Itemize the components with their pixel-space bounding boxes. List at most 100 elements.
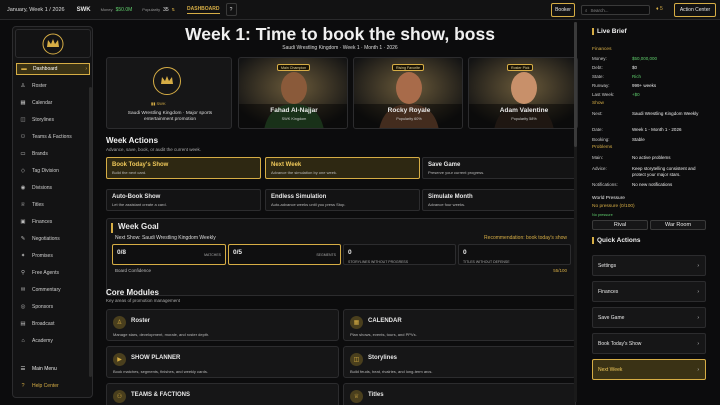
sidebar-item-sponsors[interactable]: ◎ Sponsors [16,301,90,313]
module-desc: Build feuds, heat, rivalries, and long-t… [350,369,433,374]
company-label: SWK [76,6,91,13]
promotion-card[interactable]: ▮▮ SWK Saudi Wrestling Kingdom · Major s… [106,57,232,129]
recommendation-link[interactable]: Recommendation: book today's show [484,235,567,241]
chevron-right-icon: › [85,66,87,72]
sidebar-item-label: Academy [32,338,53,344]
brief-row: Next: Saudi Wrestling Kingdom Weekly [592,111,710,117]
sidebar-item-negotiations[interactable]: ✎ Negotiations [16,233,90,245]
simulate-month-button[interactable]: Simulate Month Advance four weeks. [422,189,577,211]
action-desc: Advance four weeks. [428,202,466,207]
quick-action-settings[interactable]: Settings › [592,255,706,276]
commentary-icon: ✉ [20,287,26,293]
sidebar: ▬ Dashboard › ♙ Roster ▦ Calendar ◫ Storylines ⚇ T… [12,26,93,398]
sidebar-item-divisions[interactable]: ◉ Divisions [16,182,90,194]
quick-action-book-today-s-show[interactable]: Book Today's Show › [592,333,706,354]
sidebar-item-label: Titles [32,202,44,208]
sidebar-item-label: Dashboard [33,66,58,72]
main-content: Week 1: Time to book the show, boss Saud… [100,20,580,405]
booker-button[interactable]: Booker [551,3,575,17]
storylines-stat: 0 STORYLINES WITHOUT PROGRESS [343,244,456,265]
module-card-teams-factions[interactable]: ⚇ TEAMS & FACTIONS [106,383,339,405]
problems-heading: Problems [592,145,613,150]
wrestler-tag: Rising Favorite [392,64,424,71]
world-pressure-value: No pressure (0/100) [592,204,635,209]
module-card-calendar[interactable]: ▦ CALENDAR Plan shows, events, tours, and … [343,309,576,341]
brief-key: Debt: [592,65,603,70]
sidebar-item-academy[interactable]: ⌂ Academy [16,335,90,347]
module-title: TEAMS & FACTIONS [131,392,191,398]
next-week-button[interactable]: Next Week Advance the simulation by one w… [265,157,420,179]
wrestler-name: Rocky Royale [387,107,431,114]
brief-key: Date: [592,127,603,132]
sidebar-item-roster[interactable]: ♙ Roster [16,80,90,92]
sidebar-item-storylines[interactable]: ◫ Storylines [16,114,90,126]
war-room-button[interactable]: War Room [650,220,706,230]
broadcast-icon: ▤ [20,321,26,327]
brief-row: Money: $50,000,000 [592,56,710,62]
popularity-trend-icon: ⇅ [171,7,176,12]
auto-book-show-button[interactable]: Auto-Book Show Let the assistant create a… [106,189,261,211]
segments-stat: 0/5 SEGMENTS [228,244,341,265]
main-menu-button[interactable]: ☰ Main Menu [16,363,90,375]
sidebar-item-tag-division[interactable]: ◇ Tag Division [16,165,90,177]
sidebar-item-titles[interactable]: ♕ Titles [16,199,90,211]
notifications-button[interactable]: ♦ 5 [656,6,663,12]
sidebar-item-label: Commentary [32,287,61,293]
dashboard-tab[interactable]: DASHBOARD [187,6,220,14]
wrestler-card[interactable]: Rising Favorite Rocky Royale Popularity 60… [353,57,463,129]
wrestler-subtitle: Popularity 58% [511,117,537,121]
divisions-icon: ◉ [20,185,26,191]
main-scrollbar[interactable] [574,22,577,402]
world-pressure-note: No pressure [592,213,613,217]
quick-action-finances[interactable]: Finances › [592,281,706,302]
main-menu-label: Main Menu [32,366,57,372]
wrestler-card[interactable]: Roster Pick Adam Valentine Popularity 58% [468,57,578,129]
search-input[interactable]: ⌕ Search... [581,5,650,15]
quick-action-save-game[interactable]: Save Game › [592,307,706,328]
module-card-titles[interactable]: ♕ Titles [343,383,576,405]
brief-row: Last Week: +$0 [592,92,710,98]
sidebar-item-broadcast[interactable]: ▤ Broadcast [16,318,90,330]
module-card-storylines[interactable]: ◫ Storylines Build feuds, heat, rivalries,… [343,346,576,378]
teams-module-icon: ⚇ [113,390,126,403]
sidebar-item-free-agents[interactable]: ⚲ Free Agents [16,267,90,279]
rival-button[interactable]: Rival [592,220,648,230]
quick-action-label: Book Today's Show [598,340,642,347]
save-game-button[interactable]: Save Game Preserve your current progress. [422,157,577,179]
titles-icon: ♕ [20,202,26,208]
brief-key: Next: [592,111,603,116]
brief-key: Last Week: [592,92,615,97]
endless-simulation-button[interactable]: Endless Simulation Auto-advance weeks unt… [265,189,420,211]
chevron-right-icon: › [697,366,699,373]
help-center-button[interactable]: ? Help Center [16,380,90,392]
module-card-roster[interactable]: ♙ Roster Manage stars, development, morale… [106,309,339,341]
sidebar-item-dashboard[interactable]: ▬ Dashboard › [16,63,90,75]
quick-action-label: Save Game [598,314,625,321]
calendar-icon: ▦ [20,100,26,106]
search-icon: ⌕ [585,7,588,13]
sidebar-item-label: Free Agents [32,270,59,276]
help-button[interactable]: ? [225,3,237,16]
brief-key: State: [592,74,604,79]
sidebar-item-label: Broadcast [32,321,55,327]
sidebar-item-commentary[interactable]: ✉ Commentary [16,284,90,296]
tag-icon: ◇ [20,168,26,174]
book-today-s-show-button[interactable]: Book Today's Show Build the next card. [106,157,261,179]
sidebar-item-finances[interactable]: ▣ Finances [16,216,90,228]
wrestler-card[interactable]: Main Champion Fahad Al-Najjar SWK Kingdom [238,57,348,129]
sidebar-item-calendar[interactable]: ▦ Calendar [16,97,90,109]
module-card-show-planner[interactable]: ▶ SHOW PLANNER Book matches, segments, fin… [106,346,339,378]
promotion-seal-icon [153,67,181,95]
brief-key: Advice: [592,166,607,171]
action-desc: Build the next card. [112,170,147,175]
sidebar-item-brands[interactable]: ▭ Brands [16,148,90,160]
module-desc: Manage stars, development, morale, and r… [113,332,210,337]
sidebar-scrollbar[interactable] [89,87,92,377]
world-pressure-heading: World Pressure [592,196,625,201]
sidebar-item-teams-factions[interactable]: ⚇ Teams & Factions [16,131,90,143]
sidebar-item-promises[interactable]: ✦ Promises [16,250,90,262]
brief-value: $0 [632,65,638,70]
quick-action-next-week[interactable]: Next Week › [592,359,706,380]
action-center-button[interactable]: Action Center [674,3,716,17]
board-confidence-label: Board Confidence [115,268,152,273]
